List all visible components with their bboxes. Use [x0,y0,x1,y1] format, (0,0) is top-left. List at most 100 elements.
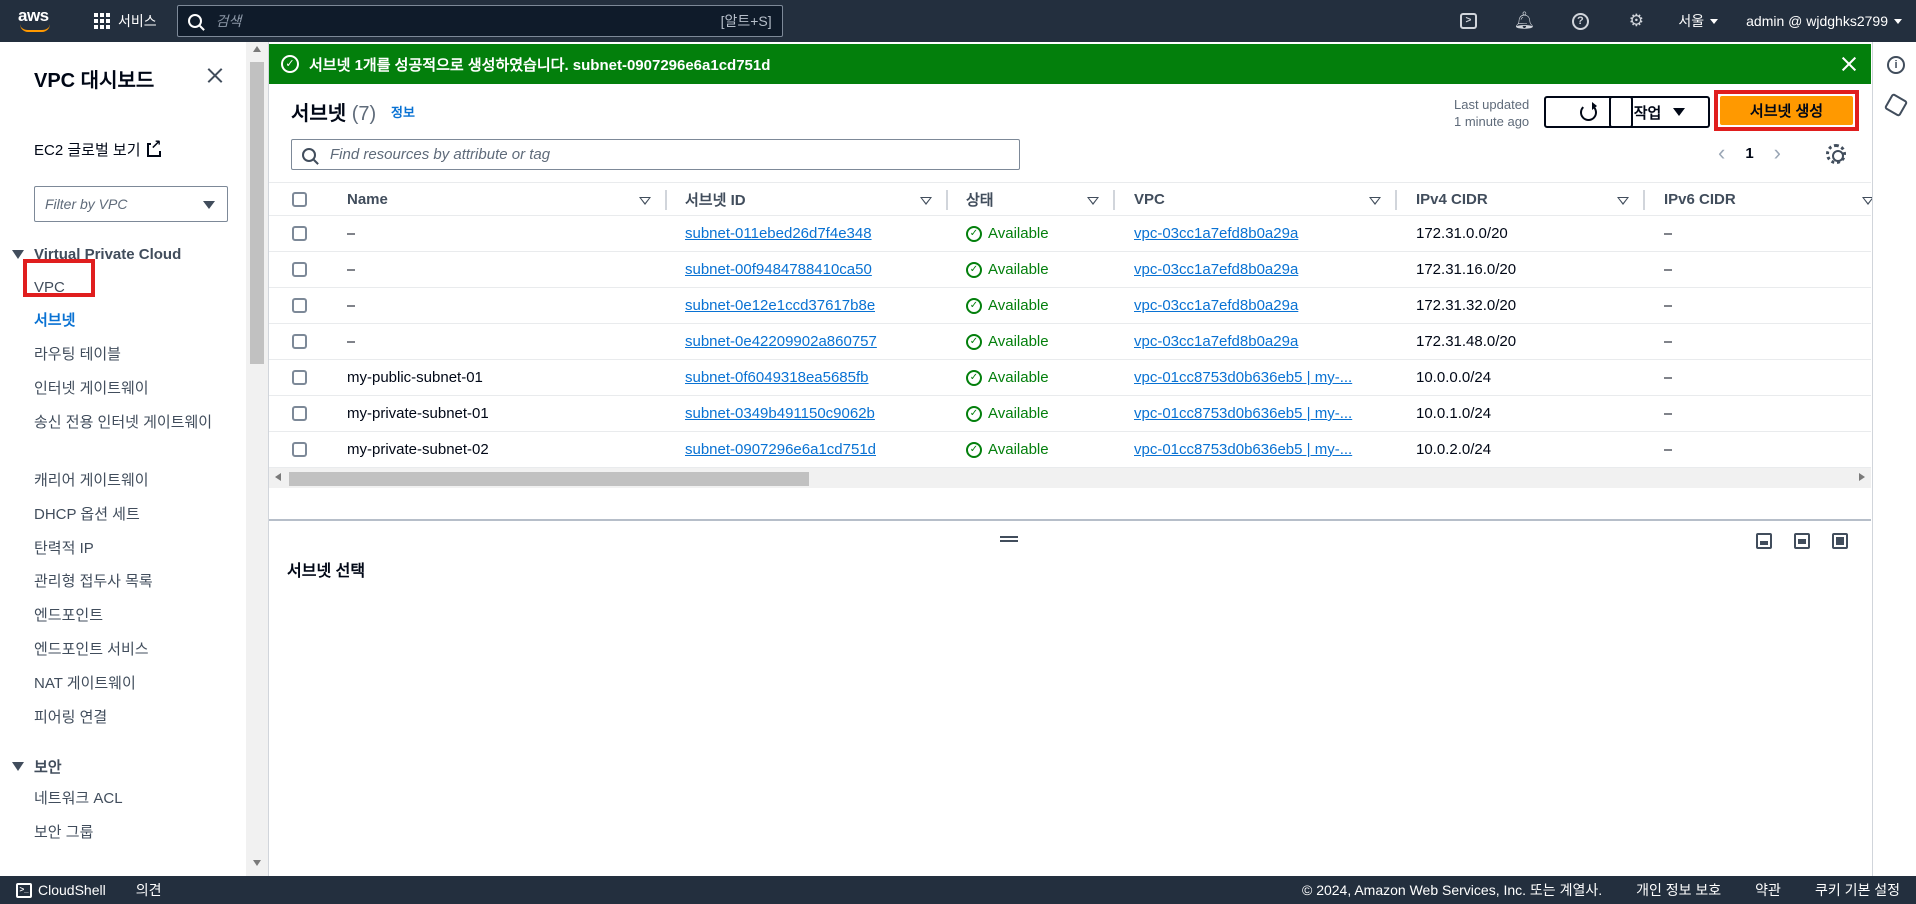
row-checkbox[interactable] [292,262,307,277]
sidebar-item-elastic-ips[interactable]: 탄력적 IP [34,537,214,561]
cell-vpc-link[interactable]: vpc-01cc8753d0b636eb5 | my-... [1134,396,1379,431]
sort-icon[interactable] [1617,197,1629,205]
feedback-link[interactable]: 의견 [136,880,162,900]
info-icon[interactable]: i [1887,56,1905,74]
preferences-gear-icon[interactable] [1826,144,1846,164]
sidebar-item-subnets[interactable]: 서브넷 [34,309,214,333]
column-resizer[interactable] [946,190,948,210]
row-checkbox[interactable] [292,370,307,385]
cell-subnet-id-link[interactable]: subnet-0907296e6a1cd751d [685,432,876,467]
section-security[interactable]: 보안 [12,756,62,777]
row-checkbox[interactable] [292,334,307,349]
create-subnet-button[interactable]: 서브넷 생성 [1720,96,1853,125]
select-all-checkbox[interactable] [292,192,307,207]
sort-icon[interactable] [920,197,932,205]
table-row[interactable]: – subnet-011ebed26d7f4e348 ✓ Available vp… [269,216,1871,252]
cell-vpc-link[interactable]: vpc-03cc1a7efd8b0a29a [1134,324,1379,359]
region-selector[interactable]: 서울 [1664,11,1732,31]
column-resizer[interactable] [665,190,667,210]
cell-subnet-id-link[interactable]: subnet-011ebed26d7f4e348 [685,216,872,251]
scroll-down-icon[interactable] [253,860,261,866]
aws-logo[interactable]: aws [18,7,54,35]
row-checkbox[interactable] [292,298,307,313]
cell-vpc-link[interactable]: vpc-01cc8753d0b636eb5 | my-... [1134,360,1379,395]
scroll-right-icon[interactable] [1859,473,1865,481]
table-row[interactable]: my-public-subnet-01 subnet-0f6049318ea56… [269,360,1871,396]
scrollbar-thumb[interactable] [289,472,809,486]
scroll-up-icon[interactable] [253,46,261,52]
sidebar-scrollbar[interactable] [246,42,268,876]
resource-search-input[interactable]: Find resources by attribute or tag [291,139,1020,170]
column-header-state[interactable]: 상태 [966,183,994,215]
cell-subnet-id-link[interactable]: subnet-0f6049318ea5685fb [685,360,869,395]
row-checkbox[interactable] [292,442,307,457]
page-number[interactable]: 1 [1745,145,1753,162]
row-checkbox[interactable] [292,226,307,241]
notifications-button[interactable]: 🔔︎ [1496,0,1552,42]
ec2-global-view-link[interactable]: EC2 글로벌 보기 [34,138,162,160]
sidebar-item-carrier-gateways[interactable]: 캐리어 게이트웨이 [34,469,214,493]
info-link[interactable]: 정보 [391,102,415,121]
table-row[interactable]: – subnet-0e42209902a860757 ✓ Available vp… [269,324,1871,360]
column-header-name[interactable]: Name [347,183,388,215]
cell-subnet-id-link[interactable]: subnet-0e12e1ccd37617b8e [685,288,875,323]
privacy-link[interactable]: 개인 정보 보호 [1636,880,1721,900]
cell-vpc-link[interactable]: vpc-01cc8753d0b636eb5 | my-... [1134,432,1379,467]
scrollbar-thumb[interactable] [250,62,264,364]
sort-icon[interactable] [639,197,651,205]
sidebar-item-endpoints[interactable]: 엔드포인트 [34,604,214,628]
column-resizer[interactable] [1113,190,1115,210]
chevron-left-icon[interactable]: ‹ [1718,140,1725,166]
sidebar-item-egress-only-igw[interactable]: 송신 전용 인터넷 게이트웨이 [34,411,214,435]
settings-button[interactable]: ⚙︎ [1608,0,1664,42]
chevron-right-icon[interactable]: › [1774,140,1781,166]
table-row[interactable]: my-private-subnet-01 subnet-0349b491150c… [269,396,1871,432]
sidebar-title[interactable]: VPC 대시보드 [34,64,154,93]
sidebar-item-security-groups[interactable]: 보안 그룹 [34,821,214,845]
sidebar-item-endpoint-services[interactable]: 엔드포인트 서비스 [34,638,214,662]
services-menu[interactable]: 서비스 [94,11,157,31]
column-header-subnet-id[interactable]: 서브넷 ID [685,183,746,215]
column-header-ipv4-cidr[interactable]: IPv4 CIDR [1416,183,1488,215]
sidebar-item-dhcp-options[interactable]: DHCP 옵션 세트 [34,503,214,527]
sort-icon[interactable] [1369,197,1381,205]
sidebar-item-peering[interactable]: 피어링 연결 [34,706,214,730]
column-header-vpc[interactable]: VPC [1134,183,1165,215]
scroll-left-icon[interactable] [275,473,281,481]
cloudshell-button[interactable]: > [1440,0,1496,42]
resize-handle-icon[interactable] [1000,536,1018,542]
table-row[interactable]: – subnet-0e12e1ccd37617b8e ✓ Available vp… [269,288,1871,324]
help-button[interactable]: ? [1552,0,1608,42]
cell-subnet-id-link[interactable]: subnet-00f9484788410ca50 [685,252,872,287]
sidebar-item-internet-gateways[interactable]: 인터넷 게이트웨이 [34,377,214,401]
cell-subnet-id-link[interactable]: subnet-0349b491150c9062b [685,396,875,431]
sidebar-item-network-acls[interactable]: 네트워크 ACL [34,787,214,811]
global-search-input[interactable]: 검색 [알트+S] [176,5,783,37]
column-resizer[interactable] [1643,190,1645,210]
panel-bottom-icon[interactable] [1756,533,1772,549]
terms-link[interactable]: 약관 [1755,880,1781,900]
hexagon-icon[interactable] [1883,92,1909,118]
cookie-prefs-link[interactable]: 쿠키 기본 설정 [1815,880,1900,900]
cloudshell-footer-button[interactable]: >_ CloudShell [16,882,106,898]
cell-subnet-id-link[interactable]: subnet-0e42209902a860757 [685,324,877,359]
table-horizontal-scrollbar[interactable] [269,468,1871,488]
sidebar-item-route-tables[interactable]: 라우팅 테이블 [34,343,214,367]
cell-vpc-link[interactable]: vpc-03cc1a7efd8b0a29a [1134,252,1379,287]
column-resizer[interactable] [1395,190,1397,210]
column-header-ipv6-cidr[interactable]: IPv6 CIDR [1664,183,1736,215]
cell-vpc-link[interactable]: vpc-03cc1a7efd8b0a29a [1134,288,1379,323]
vpc-filter-select[interactable]: Filter by VPC [34,186,228,222]
panel-side-icon[interactable] [1794,533,1810,549]
panel-full-icon[interactable] [1832,533,1848,549]
account-menu[interactable]: admin @ wjdghks2799 [1732,13,1916,29]
sidebar-item-nat-gateways[interactable]: NAT 게이트웨이 [34,672,214,696]
close-icon[interactable] [206,66,224,84]
close-icon[interactable] [1841,56,1857,72]
sort-icon[interactable] [1087,197,1099,205]
actions-button[interactable]: 작업 [1609,96,1710,128]
row-checkbox[interactable] [292,406,307,421]
table-row[interactable]: my-private-subnet-02 subnet-0907296e6a1c… [269,432,1871,468]
cell-vpc-link[interactable]: vpc-03cc1a7efd8b0a29a [1134,216,1379,251]
table-row[interactable]: – subnet-00f9484788410ca50 ✓ Available vp… [269,252,1871,288]
